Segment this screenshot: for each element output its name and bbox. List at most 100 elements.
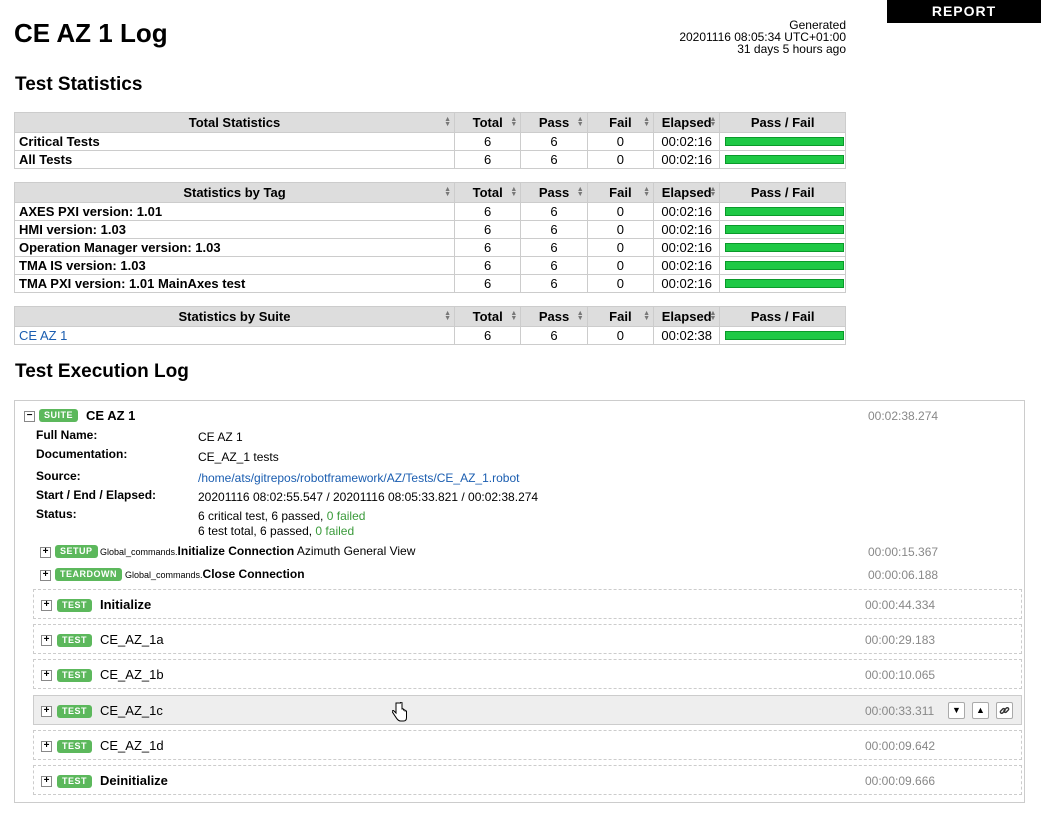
plus-icon[interactable]: + (41, 600, 52, 611)
table-row: TMA PXI version: 1.01 MainAxes test 6 6 0 00… (14, 274, 846, 293)
stat-elapsed: 00:02:16 (653, 202, 721, 221)
stat-pass: 6 (520, 238, 588, 257)
stat-pass: 6 (520, 132, 588, 151)
table-header-row: Statistics by Suite ▲ ▼ Total ▲ ▼ Pass ▲ ▼ Fail ▲ ▼… (14, 306, 846, 327)
sort-icon: ▲ ▼ (643, 116, 651, 128)
setup-keyword[interactable]: Global_commands.Initialize Connection Az… (100, 544, 415, 558)
test-execution-log-heading: Test Execution Log (15, 361, 189, 382)
stat-elapsed: 00:02:16 (653, 238, 721, 257)
source-label: Source: (36, 469, 81, 483)
sort-icon: ▲ ▼ (643, 186, 651, 198)
test-row[interactable]: + TEST CE_AZ_1b 00:00:10.065 (33, 659, 1022, 689)
column-header-fail[interactable]: Fail ▲ ▼ (586, 306, 655, 327)
minus-icon[interactable]: − (24, 411, 35, 422)
test-row[interactable]: + TEST CE_AZ_1d 00:00:09.642 (33, 730, 1022, 760)
sort-icon: ▲ ▼ (576, 116, 584, 128)
times-value: 20201116 08:02:55.547 / 20201116 08:05:3… (198, 490, 539, 504)
stat-total: 6 (453, 274, 522, 293)
stat-total: 6 (453, 220, 522, 239)
generated-ago: 31 days 5 hours ago (737, 42, 846, 56)
chevron-up-icon[interactable]: ▲ (972, 702, 989, 719)
status-critical-failed: 0 failed (326, 509, 366, 523)
column-header-pass[interactable]: Pass ▲ ▼ (520, 182, 588, 203)
suite-elapsed: 00:02:38.274 (868, 409, 939, 423)
plus-icon[interactable]: + (40, 570, 51, 581)
sort-icon: ▲ ▼ (444, 116, 451, 128)
stat-name: Operation Manager version: 1.03 (14, 238, 455, 257)
link-icon[interactable] (996, 702, 1013, 719)
column-header-elapsed[interactable]: Elapsed ▲ ▼ (653, 306, 721, 327)
column-header-label: Fail (609, 115, 632, 130)
column-header-total[interactable]: Total ▲ ▼ (453, 182, 522, 203)
column-header-pass[interactable]: Pass ▲ ▼ (520, 112, 588, 133)
test-name[interactable]: Initialize (100, 597, 151, 612)
test-name[interactable]: CE_AZ_1c (100, 703, 163, 718)
column-header-fail[interactable]: Fail ▲ ▼ (586, 182, 655, 203)
column-header-name[interactable]: Statistics by Suite ▲ ▼ (14, 306, 455, 327)
test-row[interactable]: + TEST CE_AZ_1a 00:00:29.183 (33, 624, 1022, 654)
test-name[interactable]: Deinitialize (100, 773, 168, 788)
test-name[interactable]: CE_AZ_1b (100, 667, 164, 682)
chevron-down-icon[interactable]: ▼ (948, 702, 965, 719)
documentation-label: Documentation: (36, 447, 128, 461)
teardown-library: Global_commands. (125, 570, 203, 580)
plus-icon[interactable]: + (41, 670, 52, 681)
times-label: Start / End / Elapsed: (36, 488, 157, 502)
setup-badge: SETUP (55, 545, 98, 558)
plus-icon[interactable]: + (40, 547, 51, 558)
pass-bar (725, 225, 844, 234)
column-header-name[interactable]: Statistics by Tag ▲ ▼ (14, 182, 455, 203)
test-row[interactable]: + TEST Initialize 00:00:44.334 (33, 589, 1022, 619)
sort-icon: ▲ ▼ (510, 116, 518, 128)
setup-args: Azimuth General View (296, 544, 416, 558)
stat-fail: 0 (586, 220, 655, 239)
report-button[interactable]: REPORT (887, 0, 1041, 23)
documentation-value: CE_AZ_1 tests (198, 450, 279, 464)
teardown-keyword[interactable]: Global_commands.Close Connection (125, 567, 305, 581)
test-row-hovered[interactable]: + TEST CE_AZ_1c 00:00:33.311 ▼ ▲ (33, 695, 1022, 725)
test-elapsed: 00:00:09.642 (865, 739, 936, 753)
pass-fail-graph (719, 326, 846, 345)
stat-total: 6 (453, 326, 522, 345)
suite-link[interactable]: CE AZ 1 (19, 328, 67, 343)
column-header-pass[interactable]: Pass ▲ ▼ (520, 306, 588, 327)
pass-bar (725, 279, 844, 288)
column-header-elapsed[interactable]: Elapsed ▲ ▼ (653, 112, 721, 133)
column-header-total[interactable]: Total ▲ ▼ (453, 112, 522, 133)
test-name[interactable]: CE_AZ_1a (100, 632, 164, 647)
pass-bar (725, 137, 844, 146)
column-header-fail[interactable]: Fail ▲ ▼ (586, 112, 655, 133)
column-header-label: Total (472, 185, 503, 200)
column-header-label: Elapsed (661, 115, 712, 130)
setup-keyword-name: Initialize Connection (177, 544, 295, 558)
full-name-label: Full Name: (36, 428, 98, 442)
table-row: HMI version: 1.03 6 6 0 00:02:16 (14, 220, 846, 239)
tag-statistics-table: Statistics by Tag ▲ ▼ Total ▲ ▼ Pass ▲ ▼ Fail ▲ ▼ El… (14, 182, 846, 293)
stat-name: All Tests (14, 150, 455, 169)
column-header-label: Total Statistics (188, 115, 281, 130)
suite-name[interactable]: CE AZ 1 (86, 408, 135, 423)
plus-icon[interactable]: + (41, 741, 52, 752)
column-header-label: Total (472, 309, 503, 324)
source-link[interactable]: /home/ats/gitrepos/robotframework/AZ/Tes… (198, 471, 519, 485)
plus-icon[interactable]: + (41, 776, 52, 787)
test-row[interactable]: + TEST Deinitialize 00:00:09.666 (33, 765, 1022, 795)
column-header-elapsed[interactable]: Elapsed ▲ ▼ (653, 182, 721, 203)
stat-pass: 6 (520, 220, 588, 239)
column-header-name[interactable]: Total Statistics ▲ ▼ (14, 112, 455, 133)
test-name[interactable]: CE_AZ_1d (100, 738, 164, 753)
test-statistics-heading: Test Statistics (15, 74, 143, 95)
stat-pass: 6 (520, 326, 588, 345)
column-header-passfail: Pass / Fail (719, 182, 846, 203)
stat-total: 6 (453, 256, 522, 275)
stat-elapsed: 00:02:16 (653, 220, 721, 239)
column-header-total[interactable]: Total ▲ ▼ (453, 306, 522, 327)
stat-fail: 0 (586, 150, 655, 169)
plus-icon[interactable]: + (41, 635, 52, 646)
column-header-label: Fail (609, 185, 632, 200)
plus-icon[interactable]: + (41, 706, 52, 717)
column-header-label: Pass / Fail (750, 185, 815, 200)
pass-fail-graph (719, 202, 846, 221)
stat-name: HMI version: 1.03 (14, 220, 455, 239)
stat-elapsed: 00:02:38 (653, 326, 721, 345)
